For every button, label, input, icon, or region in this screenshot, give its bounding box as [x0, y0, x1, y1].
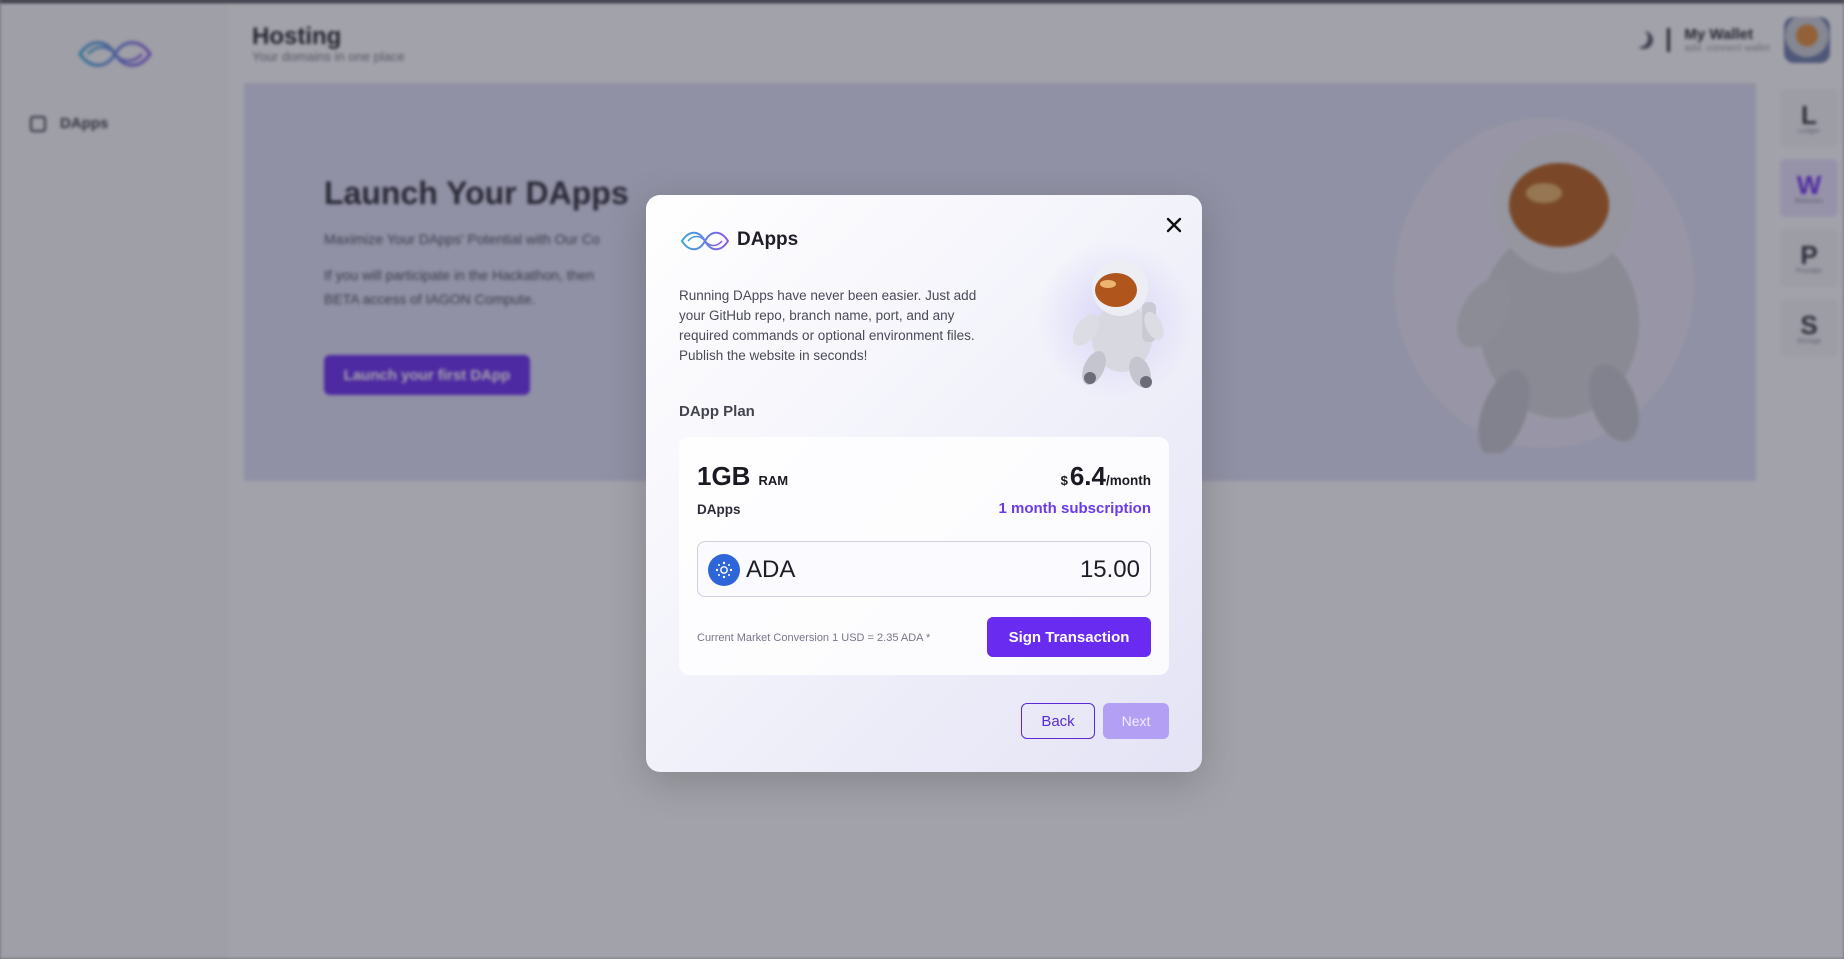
modal-title: DApps	[737, 229, 799, 250]
plan-section-label: DApp Plan	[679, 403, 755, 420]
price-period: /month	[1106, 473, 1151, 488]
dapps-modal: DApps Running DApps have never been easi…	[646, 195, 1202, 772]
ram-unit: RAM	[758, 473, 789, 488]
plan-type: DApps	[697, 502, 741, 517]
token-amount: 15.00	[1079, 556, 1140, 583]
modal-description: Running DApps have never been easier. Ju…	[679, 288, 977, 363]
ram-spec: 1GB RAM	[697, 461, 788, 492]
plan-price: $ 6.4 /month	[1061, 461, 1151, 492]
next-button[interactable]: Next	[1103, 703, 1169, 739]
ada-amount-field[interactable]: ADA 15.00	[697, 541, 1151, 597]
conversion-note: Current Market Conversion 1 USD = 2.35 A…	[697, 632, 931, 644]
token-name: ADA	[746, 556, 796, 583]
sign-transaction-button[interactable]: Sign Transaction	[987, 617, 1151, 657]
plan-card: 1GB RAM DApps $ 6.4 /month 1 month subsc…	[679, 437, 1169, 675]
subscription-link[interactable]: 1 month subscription	[998, 500, 1151, 517]
logo-icon	[680, 231, 730, 251]
close-button[interactable]	[1162, 213, 1186, 237]
ada-token-icon	[708, 554, 740, 586]
back-button[interactable]: Back	[1021, 703, 1095, 739]
price-amount: 6.4	[1069, 461, 1106, 491]
price-currency: $	[1060, 473, 1068, 488]
ram-value: 1GB	[697, 461, 751, 491]
close-icon	[1166, 217, 1182, 233]
astronaut-illustration	[1072, 260, 1164, 388]
